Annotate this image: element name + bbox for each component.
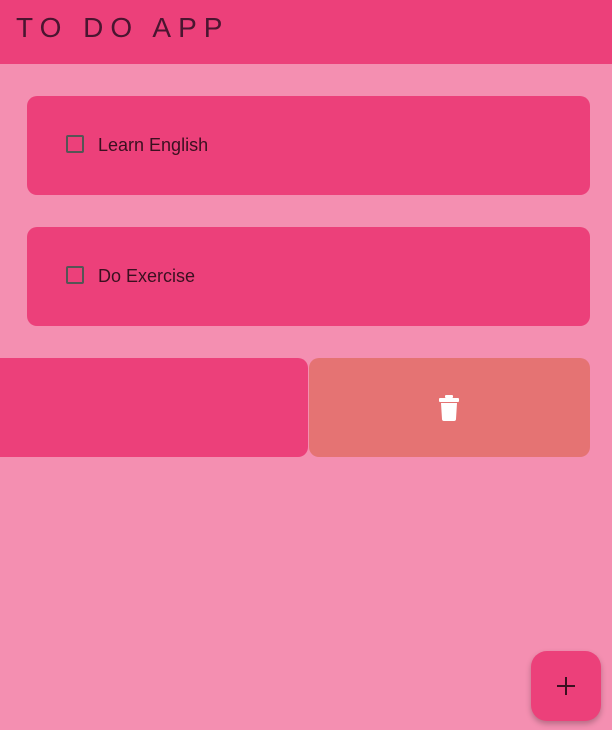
task-title: Do Exercise xyxy=(98,266,196,286)
task-checkbox[interactable] xyxy=(66,135,84,153)
trash-icon xyxy=(439,395,459,421)
delete-swipe-action[interactable] xyxy=(309,358,590,457)
task-card[interactable]: Do Exercise xyxy=(27,227,590,326)
add-task-button[interactable] xyxy=(531,651,601,721)
plus-icon xyxy=(557,677,575,695)
task-checkbox[interactable] xyxy=(66,266,84,284)
app-bar: TO DO APP xyxy=(0,0,612,64)
task-title: Learn English xyxy=(98,135,209,155)
task-card-swiped[interactable] xyxy=(0,358,308,457)
app-title: TO DO APP xyxy=(16,12,230,43)
task-card[interactable]: Learn English xyxy=(27,96,590,195)
